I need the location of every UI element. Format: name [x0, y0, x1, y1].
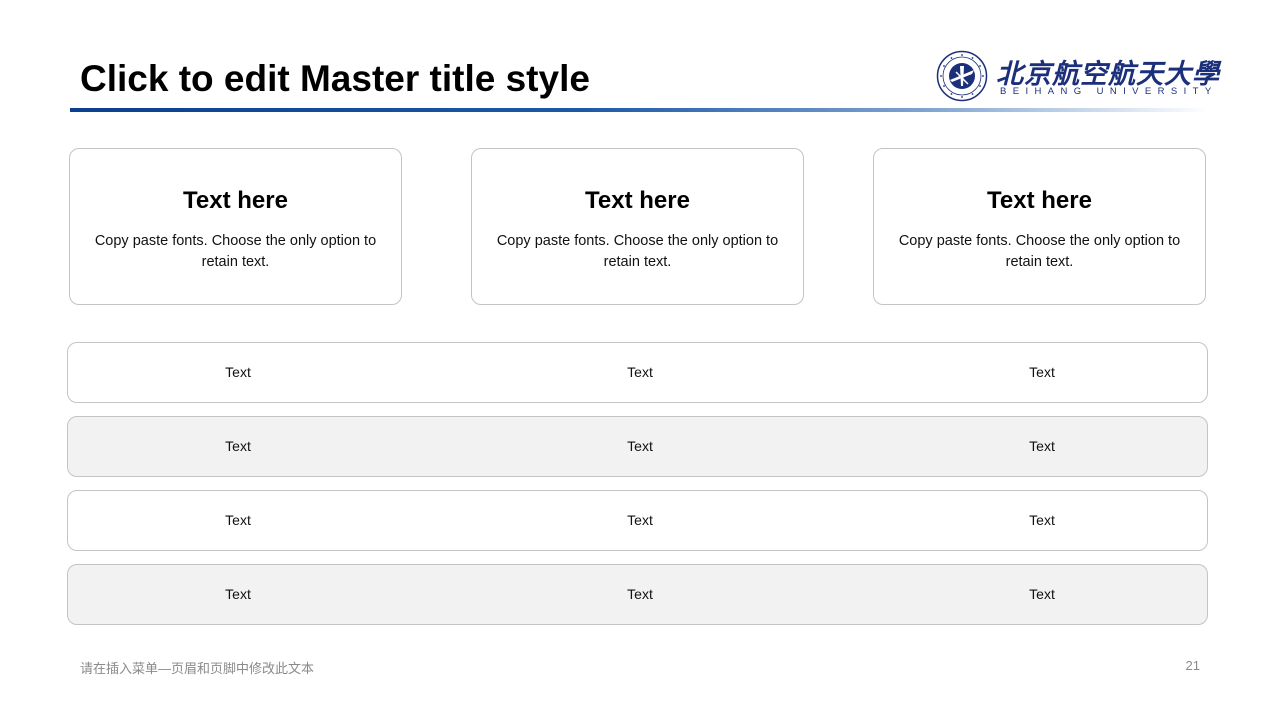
table-row[interactable]: Text Text Text: [67, 416, 1208, 477]
footer-text[interactable]: 请在插入菜单—页眉和页脚中修改此文本: [80, 658, 314, 677]
row-cell[interactable]: Text: [138, 364, 338, 380]
row-cell[interactable]: Text: [540, 586, 740, 602]
card-title[interactable]: Text here: [70, 187, 401, 215]
row-cell[interactable]: Text: [942, 586, 1142, 602]
slide: Click to edit Master title style 北京航空航天大…: [0, 0, 1280, 720]
text-card[interactable]: Text here Copy paste fonts. Choose the o…: [69, 148, 402, 305]
text-card[interactable]: Text here Copy paste fonts. Choose the o…: [873, 148, 1206, 305]
title-underline: [70, 108, 1210, 112]
card-body[interactable]: Copy paste fonts. Choose the only option…: [894, 231, 1185, 273]
card-title[interactable]: Text here: [874, 187, 1205, 215]
table-row[interactable]: Text Text Text: [67, 564, 1208, 625]
card-body[interactable]: Copy paste fonts. Choose the only option…: [90, 231, 381, 273]
page-number: 21: [1185, 658, 1200, 673]
university-logo: 北京航空航天大學 BEIHANG UNIVERSITY: [936, 48, 1219, 106]
university-seal-icon: [936, 50, 988, 102]
row-cell[interactable]: Text: [540, 364, 740, 380]
row-cell[interactable]: Text: [540, 438, 740, 454]
text-card[interactable]: Text here Copy paste fonts. Choose the o…: [471, 148, 804, 305]
row-cell[interactable]: Text: [942, 512, 1142, 528]
table-row[interactable]: Text Text Text: [67, 490, 1208, 551]
row-cell[interactable]: Text: [138, 438, 338, 454]
slide-title[interactable]: Click to edit Master title style: [80, 58, 590, 100]
logo-english-name: BEIHANG UNIVERSITY: [1000, 86, 1218, 97]
table-row[interactable]: Text Text Text: [67, 342, 1208, 403]
row-cell[interactable]: Text: [942, 438, 1142, 454]
row-cell[interactable]: Text: [942, 364, 1142, 380]
row-cell[interactable]: Text: [138, 512, 338, 528]
row-cell[interactable]: Text: [540, 512, 740, 528]
card-body[interactable]: Copy paste fonts. Choose the only option…: [492, 231, 783, 273]
row-cell[interactable]: Text: [138, 586, 338, 602]
card-title[interactable]: Text here: [472, 187, 803, 215]
